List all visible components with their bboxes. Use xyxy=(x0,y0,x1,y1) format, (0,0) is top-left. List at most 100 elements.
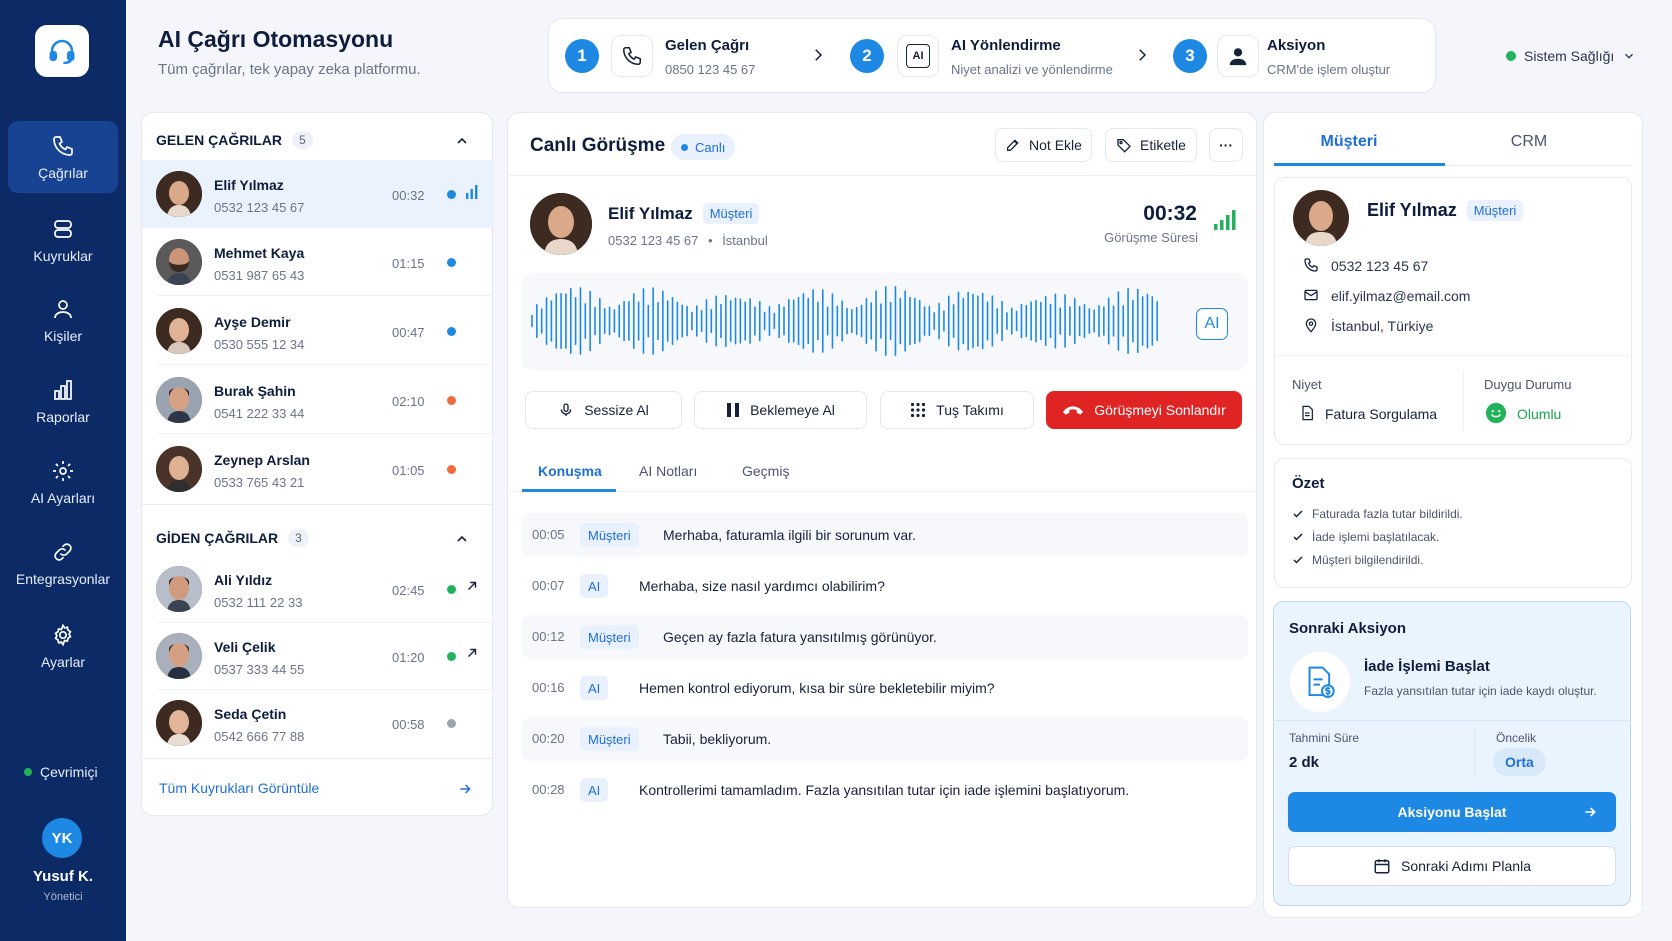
summary-item-text: Müşteri bilgilendirildi. xyxy=(1312,553,1424,567)
message-text: Tabii, bekliyorum. xyxy=(663,731,772,747)
online-status: Çevrimiçi xyxy=(24,764,98,780)
caller-number: 0542 666 77 88 xyxy=(214,729,305,744)
page-title: AI Çağrı Otomasyonu xyxy=(158,26,394,52)
message-text: Merhaba, size nasıl yardımcı olabilirim? xyxy=(639,578,885,594)
step-icon-box xyxy=(611,35,653,77)
sidebar-item-label: Ayarlar xyxy=(40,653,86,670)
tab-customer[interactable]: Müşteri xyxy=(1264,133,1434,151)
chevron-up-icon[interactable] xyxy=(454,531,470,547)
ai-chip-icon[interactable]: AI xyxy=(1196,308,1228,340)
add-note-button[interactable]: Not Ekle xyxy=(995,128,1092,162)
add-note-label: Not Ekle xyxy=(1029,137,1082,153)
sidebar-item-label: AI Ayarları xyxy=(30,489,96,506)
live-call-title: Canlı Görüşme xyxy=(530,135,666,156)
sidebar-item-ai-settings[interactable]: AI Ayarları xyxy=(8,446,118,518)
priority-label: Öncelik xyxy=(1496,731,1537,745)
sidebar-item-integrations[interactable]: Entegrasyonlar xyxy=(8,527,118,599)
sidebar-item-reports[interactable]: Raporlar xyxy=(8,365,118,437)
action-title: İade İşlemi Başlat xyxy=(1364,658,1490,675)
headset-icon xyxy=(49,39,75,65)
call-row[interactable]: Burak Şahin 0541 222 33 44 02:10 xyxy=(142,366,494,434)
arrow-right-icon[interactable] xyxy=(457,781,473,797)
call-row[interactable]: Mehmet Kaya 0531 987 65 43 01:15 xyxy=(142,228,494,296)
app-logo[interactable] xyxy=(35,25,89,77)
hold-button[interactable]: Beklemeye Al xyxy=(694,391,867,429)
priority-badge: Orta xyxy=(1493,748,1546,776)
chevron-right-icon xyxy=(1139,49,1147,61)
audio-waveform xyxy=(522,273,1248,370)
sidebar-item-queues[interactable]: Kuyruklar xyxy=(8,204,118,276)
phone-icon xyxy=(53,135,73,156)
call-row[interactable]: Veli Çelik 0537 333 44 55 01:20 xyxy=(142,622,494,690)
check-icon xyxy=(1293,510,1303,518)
speaker-badge: AI xyxy=(580,574,609,598)
sidebar-item-label: Kuyruklar xyxy=(33,247,93,264)
tab-crm[interactable]: CRM xyxy=(1444,133,1614,151)
step-desc: CRM'de işlem oluştur xyxy=(1267,62,1391,77)
divider xyxy=(1463,371,1464,431)
caller-name: Zeynep Arslan xyxy=(214,452,310,468)
sidebar-item-label: Kişiler xyxy=(43,327,83,344)
sidebar-item-settings[interactable]: Ayarlar xyxy=(8,610,118,682)
mute-button[interactable]: Sessize Al xyxy=(525,391,682,429)
customer-name: Elif Yılmaz Müşteri xyxy=(1367,200,1524,221)
customer-location: İstanbul, Türkiye xyxy=(1331,318,1434,334)
queue-icon xyxy=(54,219,72,238)
step-number: 1 xyxy=(565,39,599,73)
call-row[interactable]: Seda Çetin 0542 666 77 88 00:58 xyxy=(142,689,494,757)
status-dot xyxy=(447,258,456,267)
tab-history[interactable]: Geçmiş xyxy=(742,463,789,479)
call-timer-label: Görüşme Süresi xyxy=(1104,230,1198,245)
tag-button[interactable]: Etiketle xyxy=(1105,128,1197,162)
user-icon xyxy=(54,299,72,318)
intent-value: Fatura Sorgulama xyxy=(1325,406,1438,422)
plan-next-step-button[interactable]: Sonraki Adımı Planla xyxy=(1288,846,1616,886)
call-duration: 00:47 xyxy=(392,325,425,340)
hang-up-icon xyxy=(1063,406,1084,415)
call-duration: 00:32 xyxy=(392,188,425,203)
mail-icon xyxy=(1304,289,1318,301)
call-row[interactable]: Ali Yıldız 0532 111 22 33 02:45 xyxy=(142,555,494,623)
sidebar-item-contacts[interactable]: Kişiler xyxy=(8,284,118,356)
keypad-button[interactable]: Tuş Takımı xyxy=(880,391,1034,429)
call-row[interactable]: Elif Yılmaz 0532 123 45 67 00:32 xyxy=(142,160,494,228)
call-duration: 02:45 xyxy=(392,583,425,598)
system-health-label: Sistem Sağlığı xyxy=(1524,48,1615,64)
call-row[interactable]: Ayşe Demir 0530 555 12 34 00:47 xyxy=(142,297,494,365)
divider xyxy=(1275,355,1631,356)
caller-name: Elif Yılmaz xyxy=(214,177,284,193)
speaker-badge: Müşteri xyxy=(580,523,639,547)
tab-ai-notes[interactable]: AI Notları xyxy=(639,463,697,479)
step-number: 3 xyxy=(1173,39,1207,73)
call-row[interactable]: Zeynep Arslan 0533 765 43 21 01:05 xyxy=(142,435,494,503)
status-dot xyxy=(24,768,32,776)
summary-item-text: Faturada fazla tutar bildirildi. xyxy=(1312,507,1463,521)
caller-name: Ayşe Demir xyxy=(214,314,291,330)
incoming-header: GELEN ÇAĞRILAR 5 xyxy=(156,131,313,149)
signal-icon xyxy=(466,185,478,199)
active-tab-indicator xyxy=(522,489,616,492)
tab-conversation[interactable]: Konuşma xyxy=(538,463,602,479)
call-duration: 02:10 xyxy=(392,394,425,409)
customer-email[interactable]: elif.yilmaz@email.com xyxy=(1331,288,1470,304)
summary-item: Faturada fazla tutar bildirildi. xyxy=(1292,507,1463,521)
outgoing-title: GİDEN ÇAĞRILAR xyxy=(156,530,279,546)
calendar-icon xyxy=(1374,859,1390,874)
more-options-button[interactable]: ··· xyxy=(1209,128,1243,162)
separator-dot: • xyxy=(708,233,713,248)
all-queues-link[interactable]: Tüm Kuyrukları Görüntüle xyxy=(159,780,319,796)
start-action-button[interactable]: Aksiyonu Başlat xyxy=(1288,792,1616,832)
caller-number: 0537 333 44 55 xyxy=(214,662,305,677)
end-call-button[interactable]: Görüşmeyi Sonlandır xyxy=(1046,391,1242,429)
avatar[interactable]: YK xyxy=(42,818,82,858)
end-call-label: Görüşmeyi Sonlandır xyxy=(1094,402,1226,418)
sidebar-item-label: Çağrılar xyxy=(38,164,88,181)
sidebar-item-calls[interactable]: Çağrılar xyxy=(8,121,118,193)
caller-info: 0532 123 45 67 • İstanbul xyxy=(608,233,768,248)
ai-chip-icon: AI xyxy=(906,44,930,68)
message-text: Merhaba, faturamla ilgili bir sorunum va… xyxy=(663,527,916,543)
call-duration: 01:15 xyxy=(392,256,425,271)
message-time: 00:05 xyxy=(532,527,565,542)
chevron-up-icon[interactable] xyxy=(454,133,470,149)
system-health-dropdown[interactable]: Sistem Sağlığı xyxy=(1506,48,1636,64)
